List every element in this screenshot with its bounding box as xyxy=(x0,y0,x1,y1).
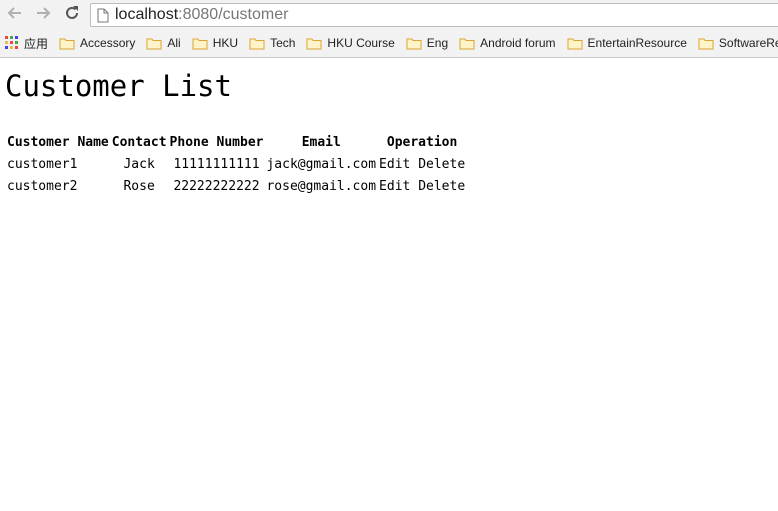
column-header-phone-number: Phone Number xyxy=(169,134,264,150)
forward-arrow-icon xyxy=(35,5,51,25)
table-row: customer2 Rose 22222222222 rose@gmail.co… xyxy=(5,175,466,197)
bookmark-label: HKU Course xyxy=(327,36,395,50)
bookmark-folder[interactable]: Tech xyxy=(249,36,295,50)
contact-cell: Jack xyxy=(123,156,155,172)
bookmark-label: SoftwareRe xyxy=(718,36,778,50)
folder-icon xyxy=(192,37,208,50)
folder-icon xyxy=(406,37,422,50)
folder-icon xyxy=(567,37,583,50)
bookmark-folder[interactable]: Accessory xyxy=(59,36,135,50)
bookmark-folder[interactable]: Ali xyxy=(146,36,181,50)
page-title: Customer List xyxy=(5,69,232,103)
edit-link[interactable]: Edit xyxy=(379,179,410,194)
column-header-email: Email xyxy=(301,134,341,150)
column-header-customer-name: Customer Name xyxy=(7,134,109,150)
folder-icon xyxy=(459,37,475,50)
address-bar[interactable]: localhost:8080/customer xyxy=(90,3,778,27)
folder-icon xyxy=(249,37,265,50)
bookmark-folder[interactable]: EntertainResource xyxy=(567,36,687,50)
apps-grid-icon xyxy=(5,36,19,50)
folder-icon xyxy=(306,37,322,50)
folder-icon xyxy=(59,37,75,50)
bookmark-label: 应用 xyxy=(24,36,49,51)
bookmark-label: Tech xyxy=(270,36,296,50)
bookmark-label: HKU xyxy=(212,36,239,50)
customer-table: Customer Name Contact Phone Number Email… xyxy=(5,131,466,197)
bookmark-folder[interactable]: Eng xyxy=(406,36,448,50)
bookmark-folder[interactable]: HKU Course xyxy=(306,36,395,50)
email-cell: rose@gmail.com xyxy=(266,178,377,194)
column-header-contact: Contact xyxy=(111,134,167,150)
edit-link[interactable]: Edit xyxy=(379,157,410,172)
customer-name-cell: customer2 xyxy=(7,178,78,194)
url-host: localhost xyxy=(115,6,179,23)
page-icon xyxy=(97,8,109,23)
table-header-row: Customer Name Contact Phone Number Email… xyxy=(5,131,466,153)
delete-link[interactable]: Delete xyxy=(418,179,465,194)
bookmark-label: Android forum xyxy=(480,36,556,50)
operation-cell: Edit Delete xyxy=(377,153,466,175)
bookmarks-bar: 应用 Accessory Ali HKU Tech HKU Course Eng xyxy=(0,32,778,54)
bookmark-folder[interactable]: SoftwareRe xyxy=(698,36,778,50)
reload-button[interactable] xyxy=(61,4,83,26)
forward-button[interactable] xyxy=(32,4,54,26)
bookmark-label: Accessory xyxy=(80,36,136,50)
phone-cell: 22222222222 xyxy=(173,178,260,194)
url-path: :8080/customer xyxy=(178,6,289,23)
page-content: Customer List Customer Name Contact Phon… xyxy=(0,69,778,197)
bookmark-folder[interactable]: HKU xyxy=(192,36,238,50)
reload-icon xyxy=(64,5,80,25)
contact-cell: Rose xyxy=(123,178,155,194)
email-cell: jack@gmail.com xyxy=(266,156,377,172)
folder-icon xyxy=(698,37,714,50)
bookmark-folder[interactable]: Android forum xyxy=(459,36,556,50)
table-row: customer1 Jack 11111111111 jack@gmail.co… xyxy=(5,153,466,175)
back-arrow-icon xyxy=(7,5,23,25)
operation-cell: Edit Delete xyxy=(377,175,466,197)
back-button[interactable] xyxy=(4,4,26,26)
bookmark-label: Ali xyxy=(167,36,181,50)
bookmark-apps[interactable]: 应用 xyxy=(5,35,48,52)
bookmark-label: Eng xyxy=(426,36,449,50)
customer-name-cell: customer1 xyxy=(7,156,78,172)
column-header-operation: Operation xyxy=(386,134,458,150)
bookmark-label: EntertainResource xyxy=(587,36,687,50)
folder-icon xyxy=(146,37,162,50)
delete-link[interactable]: Delete xyxy=(418,157,465,172)
browser-chrome: localhost:8080/customer 应用 Accessory Ali… xyxy=(0,0,778,58)
phone-cell: 11111111111 xyxy=(173,156,260,172)
